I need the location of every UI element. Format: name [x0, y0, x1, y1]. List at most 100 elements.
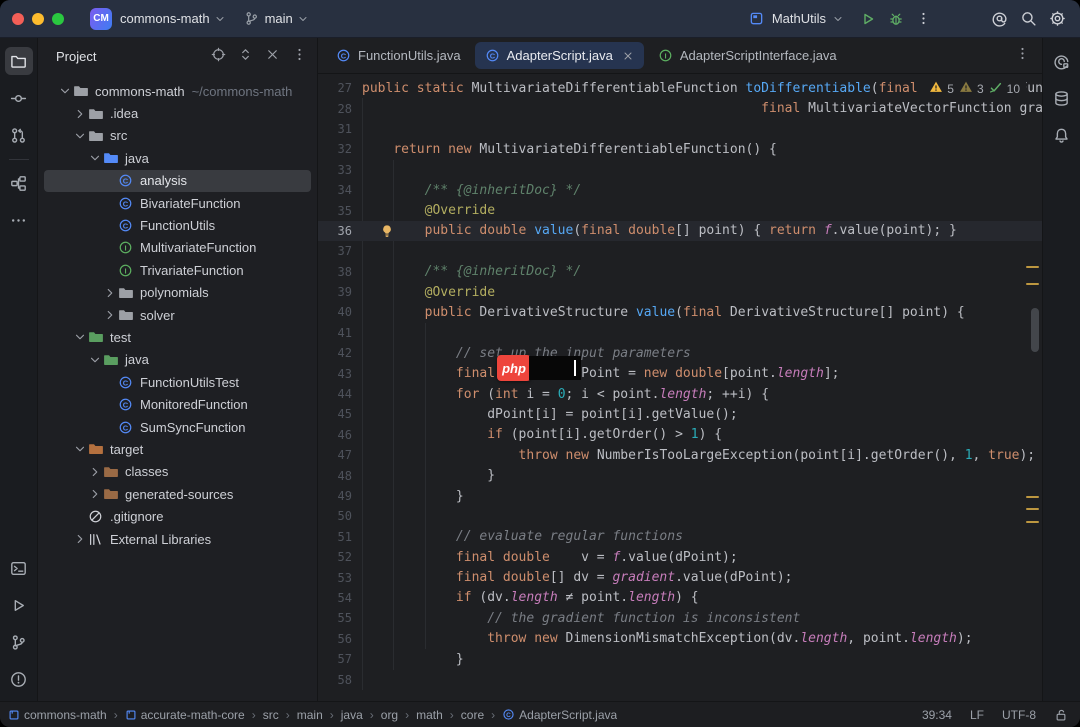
expand-collapse-icon[interactable]	[238, 47, 253, 65]
breadcrumb-item-src[interactable]: src	[263, 708, 279, 722]
code-line-42[interactable]: 42 // set up the input parameters	[318, 343, 1042, 363]
code-line-33[interactable]: 33	[318, 160, 1042, 180]
code-line-40[interactable]: 40 public DerivativeStructure value(fina…	[318, 302, 1042, 322]
code-line-31[interactable]: 31	[318, 119, 1042, 139]
file-encoding[interactable]: UTF-8	[1002, 708, 1036, 722]
git-tool-button[interactable]	[5, 628, 33, 656]
chevron-down-icon[interactable]	[73, 129, 88, 143]
tree-item-external-libraries[interactable]: External Libraries	[44, 528, 311, 550]
code-line-43[interactable]: 43 final double[] dPoint = new double[po…	[318, 363, 1042, 383]
tree-item-commons-math[interactable]: commons-math~/commons-math	[44, 80, 311, 102]
notifications-tool-button[interactable]	[1048, 121, 1076, 149]
tree-item-monitoredfunction[interactable]: CMonitoredFunction	[44, 393, 311, 415]
locate-file-icon[interactable]	[211, 47, 226, 65]
code-line-41[interactable]: 41	[318, 323, 1042, 343]
breadcrumb-item-main[interactable]: main	[297, 708, 323, 722]
tree-item-test[interactable]: test	[44, 326, 311, 348]
tab-adapterscriptinterface-java[interactable]: IAdapterScriptInterface.java	[648, 42, 847, 69]
chevron-down-icon[interactable]	[58, 84, 73, 98]
code-line-39[interactable]: 39 @Override	[318, 282, 1042, 302]
code-line-49[interactable]: 49 }	[318, 486, 1042, 506]
chevron-down-icon[interactable]	[73, 442, 88, 456]
code-line-37[interactable]: 37	[318, 241, 1042, 261]
ai-assistant-icon[interactable]	[991, 10, 1008, 27]
tree-item-src[interactable]: src	[44, 125, 311, 147]
code-line-36[interactable]: 36 public double value(final double[] po…	[318, 221, 1042, 241]
code-line-35[interactable]: 35 @Override	[318, 200, 1042, 220]
intention-bulb-icon[interactable]	[380, 224, 394, 242]
code-line-51[interactable]: 51 // evaluate regular functions	[318, 527, 1042, 547]
database-tool-button[interactable]	[1048, 84, 1076, 112]
hide-panel-icon[interactable]	[265, 47, 280, 65]
breadcrumb-item-accurate-math-core[interactable]: accurate-math-core	[125, 708, 245, 722]
vcs-widget[interactable]: main	[244, 11, 309, 26]
tree-item-polynomials[interactable]: polynomials	[44, 282, 311, 304]
minimize-window-button[interactable]	[32, 13, 44, 25]
warning-stripe-mark[interactable]	[1026, 266, 1039, 268]
chevron-down-icon[interactable]	[88, 353, 103, 367]
structure-tool-button[interactable]	[5, 169, 33, 197]
debug-button[interactable]	[888, 11, 904, 27]
code-line-34[interactable]: 34 /** {@inheritDoc} */	[318, 180, 1042, 200]
inspection-widget[interactable]: 5 3 10	[923, 78, 1026, 99]
run-configuration-selector[interactable]: MathUtils	[772, 11, 826, 26]
caret-position[interactable]: 39:34	[922, 708, 952, 722]
problems-tool-button[interactable]	[5, 665, 33, 693]
chevron-down-icon[interactable]	[73, 330, 88, 344]
tree-item-analysis[interactable]: Canalysis	[44, 170, 311, 192]
tree-item-idea[interactable]: .idea	[44, 102, 311, 124]
code-line-55[interactable]: 55 // the gradient function is inconsist…	[318, 608, 1042, 628]
run-tool-button[interactable]	[5, 591, 33, 619]
pull-requests-tool-button[interactable]	[5, 121, 33, 149]
editor-scrollbar[interactable]	[1031, 308, 1039, 352]
code-line-32[interactable]: 32 return new MultivariateDifferentiable…	[318, 139, 1042, 159]
more-run-options-icon[interactable]	[916, 11, 931, 26]
tree-item-multivariatefunction[interactable]: IMultivariateFunction	[44, 237, 311, 259]
chevron-down-icon[interactable]	[88, 151, 103, 165]
tab-functionutils-java[interactable]: CFunctionUtils.java	[326, 42, 471, 69]
tree-item-java[interactable]: java	[44, 147, 311, 169]
code-editor[interactable]: 27public static MultivariateDifferentiab…	[318, 74, 1042, 701]
close-tab-icon[interactable]	[622, 50, 634, 62]
chevron-right-icon[interactable]	[103, 308, 118, 322]
chevron-right-icon[interactable]	[103, 286, 118, 300]
tree-item-generated-sources[interactable]: generated-sources	[44, 483, 311, 505]
code-line-44[interactable]: 44 for (int i = 0; i < point.length; ++i…	[318, 384, 1042, 404]
panel-options-icon[interactable]	[292, 47, 307, 65]
commit-tool-button[interactable]	[5, 84, 33, 112]
warning-stripe-mark[interactable]	[1026, 283, 1039, 285]
tree-item-target[interactable]: target	[44, 438, 311, 460]
breadcrumb-item-core[interactable]: core	[461, 708, 484, 722]
chevron-right-icon[interactable]	[88, 487, 103, 501]
project-tool-button[interactable]	[5, 47, 33, 75]
code-line-38[interactable]: 38 /** {@inheritDoc} */	[318, 262, 1042, 282]
more-tools-button[interactable]	[5, 206, 33, 234]
breadcrumb-item-commons-math[interactable]: commons-math	[8, 708, 107, 722]
code-line-58[interactable]: 58	[318, 669, 1042, 689]
code-line-28[interactable]: 28 final MultivariateVectorFunction grad…	[318, 98, 1042, 118]
project-widget[interactable]: commons-math	[120, 11, 210, 26]
breadcrumb-item-adapterscript-java[interactable]: CAdapterScript.java	[502, 708, 617, 722]
settings-gear-icon[interactable]	[1049, 10, 1066, 27]
tree-item-java[interactable]: java	[44, 349, 311, 371]
chevron-right-icon[interactable]	[73, 532, 88, 546]
tab-options-icon[interactable]	[1015, 46, 1030, 66]
chevron-right-icon[interactable]	[88, 465, 103, 479]
code-line-46[interactable]: 46 if (point[i].getOrder() > 1) {	[318, 425, 1042, 445]
tree-item-trivariatefunction[interactable]: ITrivariateFunction	[44, 259, 311, 281]
tree-item-functionutils[interactable]: CFunctionUtils	[44, 214, 311, 236]
tree-item-gitignore[interactable]: .gitignore	[44, 505, 311, 527]
code-line-50[interactable]: 50	[318, 506, 1042, 526]
tree-item-sumsyncfunction[interactable]: CSumSyncFunction	[44, 416, 311, 438]
zoom-window-button[interactable]	[52, 13, 64, 25]
terminal-tool-button[interactable]	[5, 554, 33, 582]
line-separator[interactable]: LF	[970, 708, 984, 722]
warning-stripe-mark[interactable]	[1026, 496, 1039, 498]
chevron-right-icon[interactable]	[73, 107, 88, 121]
close-window-button[interactable]	[12, 13, 24, 25]
search-everywhere-icon[interactable]	[1020, 10, 1037, 27]
unlock-icon[interactable]	[1054, 708, 1068, 722]
warning-stripe-mark[interactable]	[1026, 508, 1039, 510]
ai-chat-tool-button[interactable]	[1048, 47, 1076, 75]
tree-item-functionutilstest[interactable]: CFunctionUtilsTest	[44, 371, 311, 393]
